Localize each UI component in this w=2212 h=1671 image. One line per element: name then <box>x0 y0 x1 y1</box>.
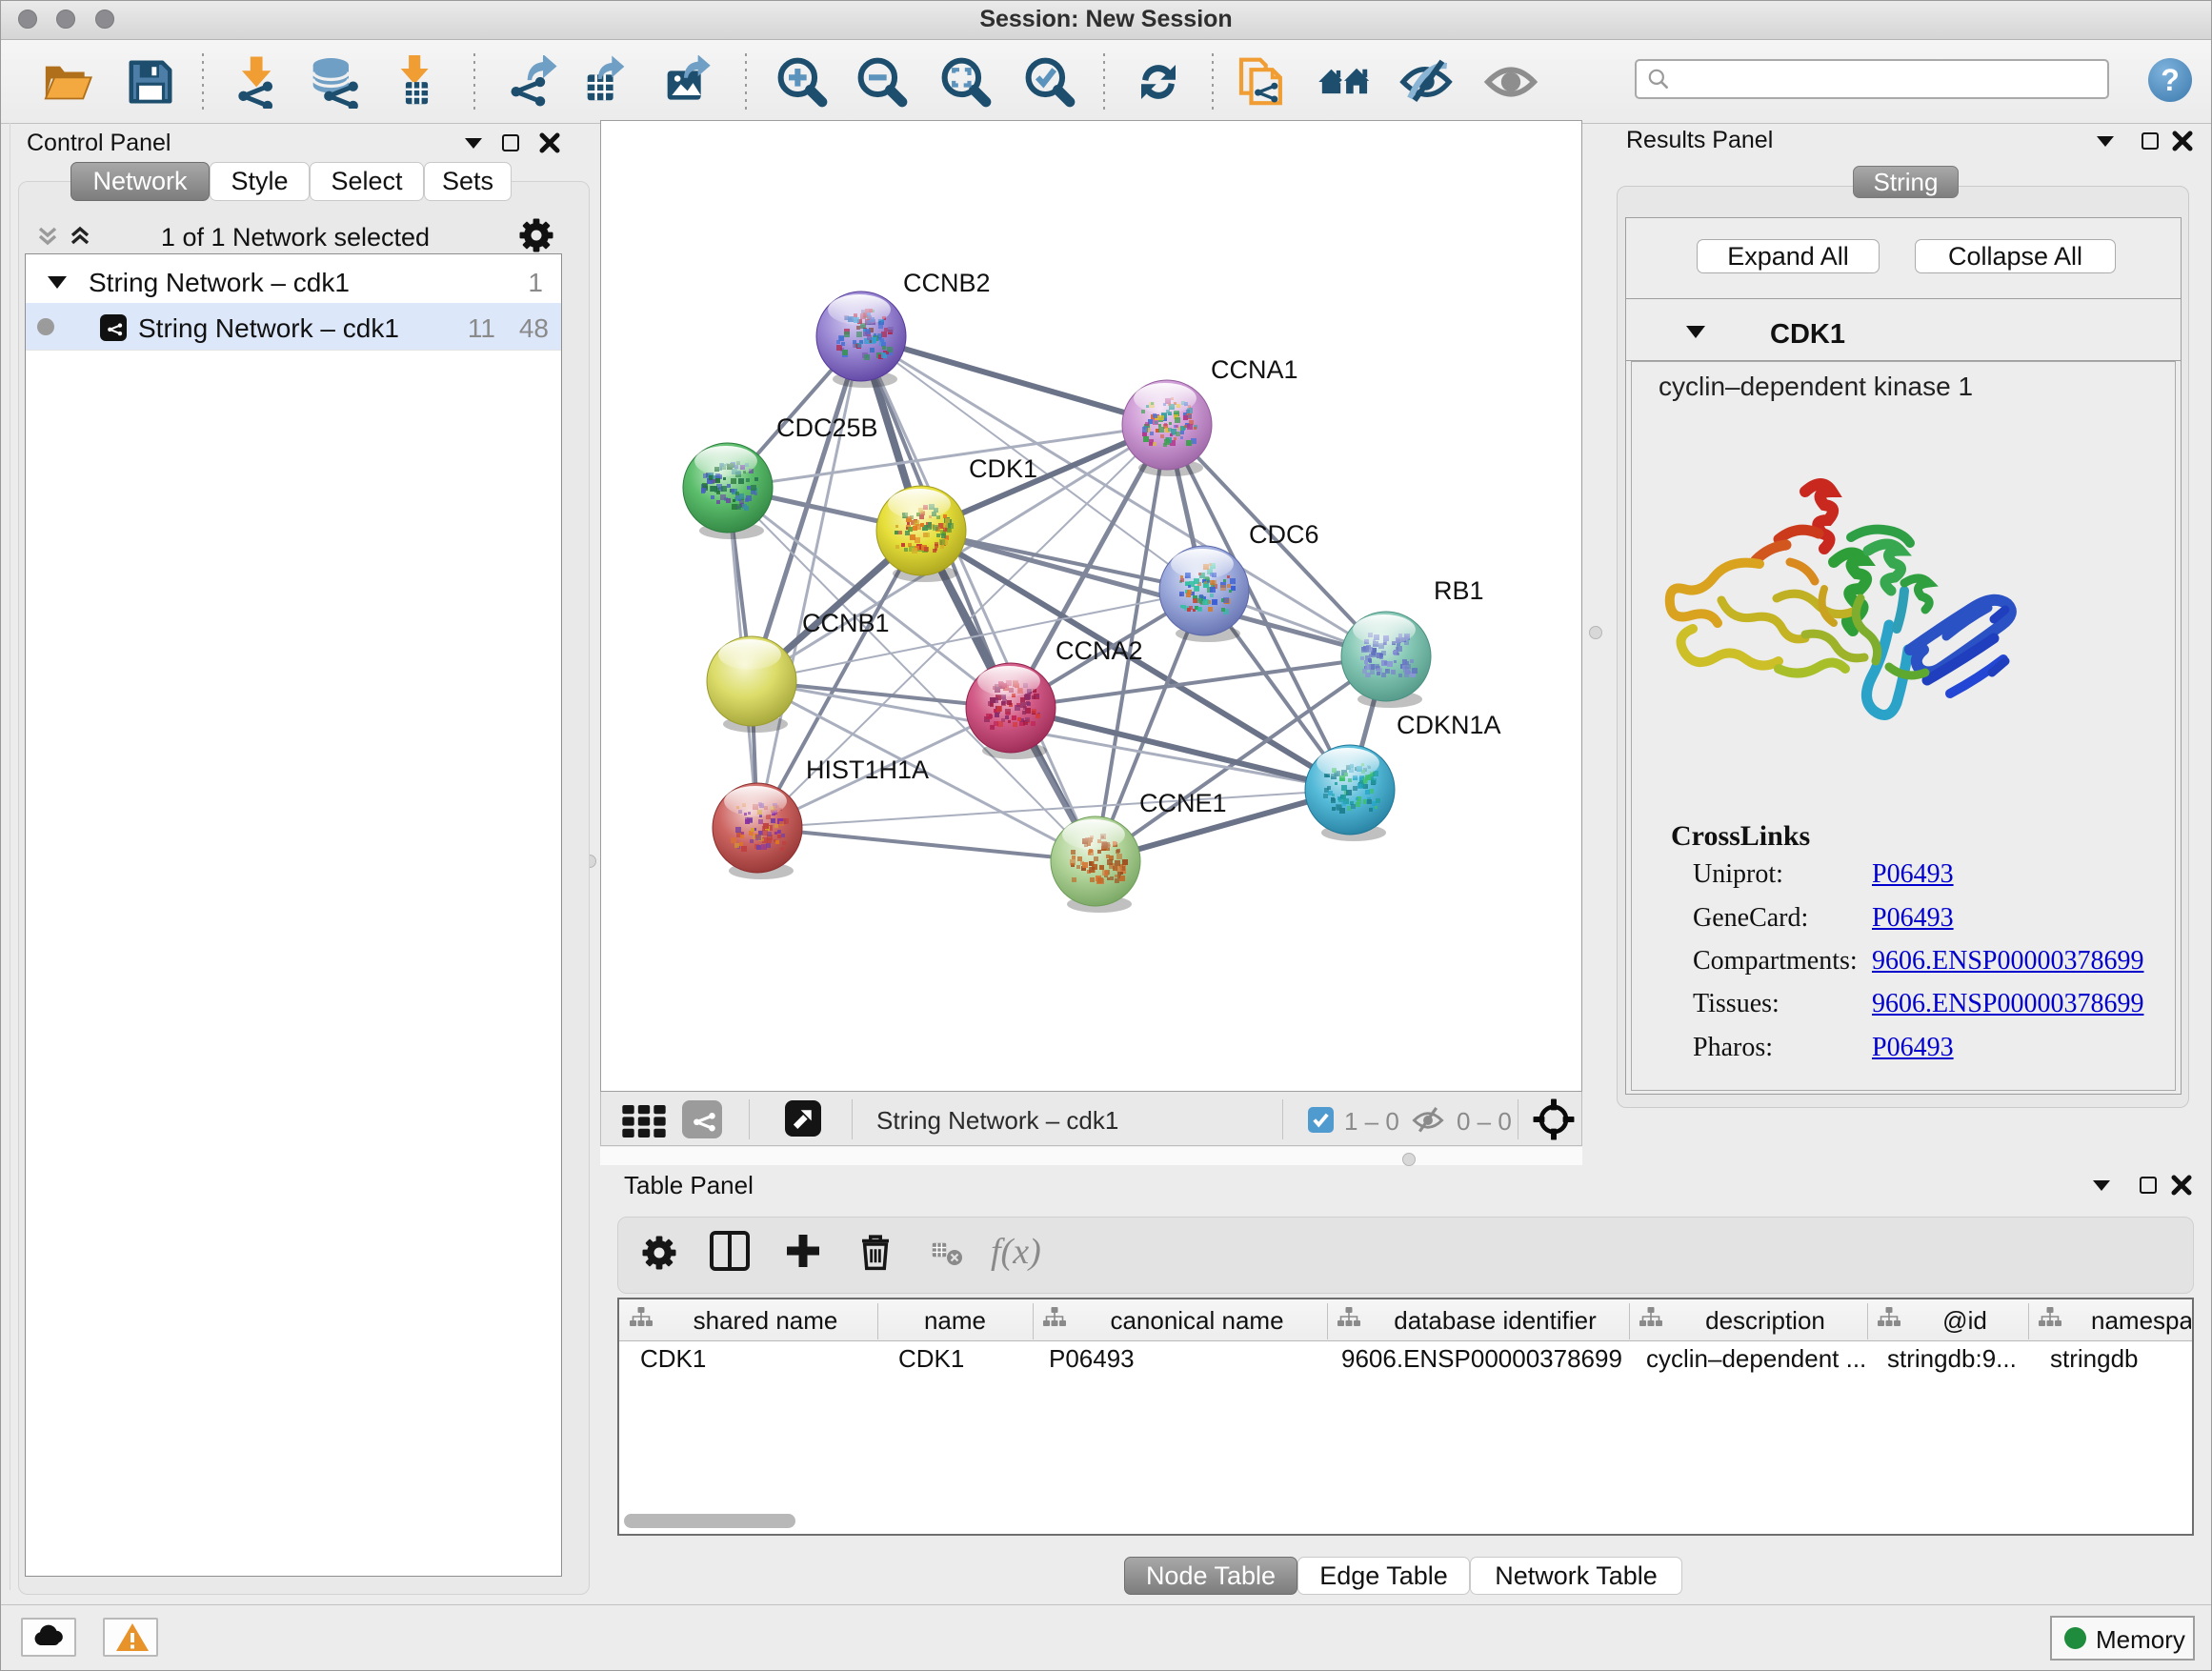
svg-text:CCNA2: CCNA2 <box>1056 636 1143 665</box>
svg-text:CCNB1: CCNB1 <box>802 609 890 637</box>
svg-text:CCNE1: CCNE1 <box>1139 789 1227 817</box>
svg-text:CDC6: CDC6 <box>1249 520 1319 549</box>
svg-text:RB1: RB1 <box>1434 576 1484 605</box>
svg-text:CDK1: CDK1 <box>969 454 1037 483</box>
svg-text:HIST1H1A: HIST1H1A <box>806 755 929 784</box>
svg-text:CDC25B: CDC25B <box>776 413 878 442</box>
svg-text:CDKN1A: CDKN1A <box>1397 711 1501 739</box>
svg-text:CCNA1: CCNA1 <box>1211 355 1298 384</box>
svg-text:CCNB2: CCNB2 <box>903 269 991 297</box>
